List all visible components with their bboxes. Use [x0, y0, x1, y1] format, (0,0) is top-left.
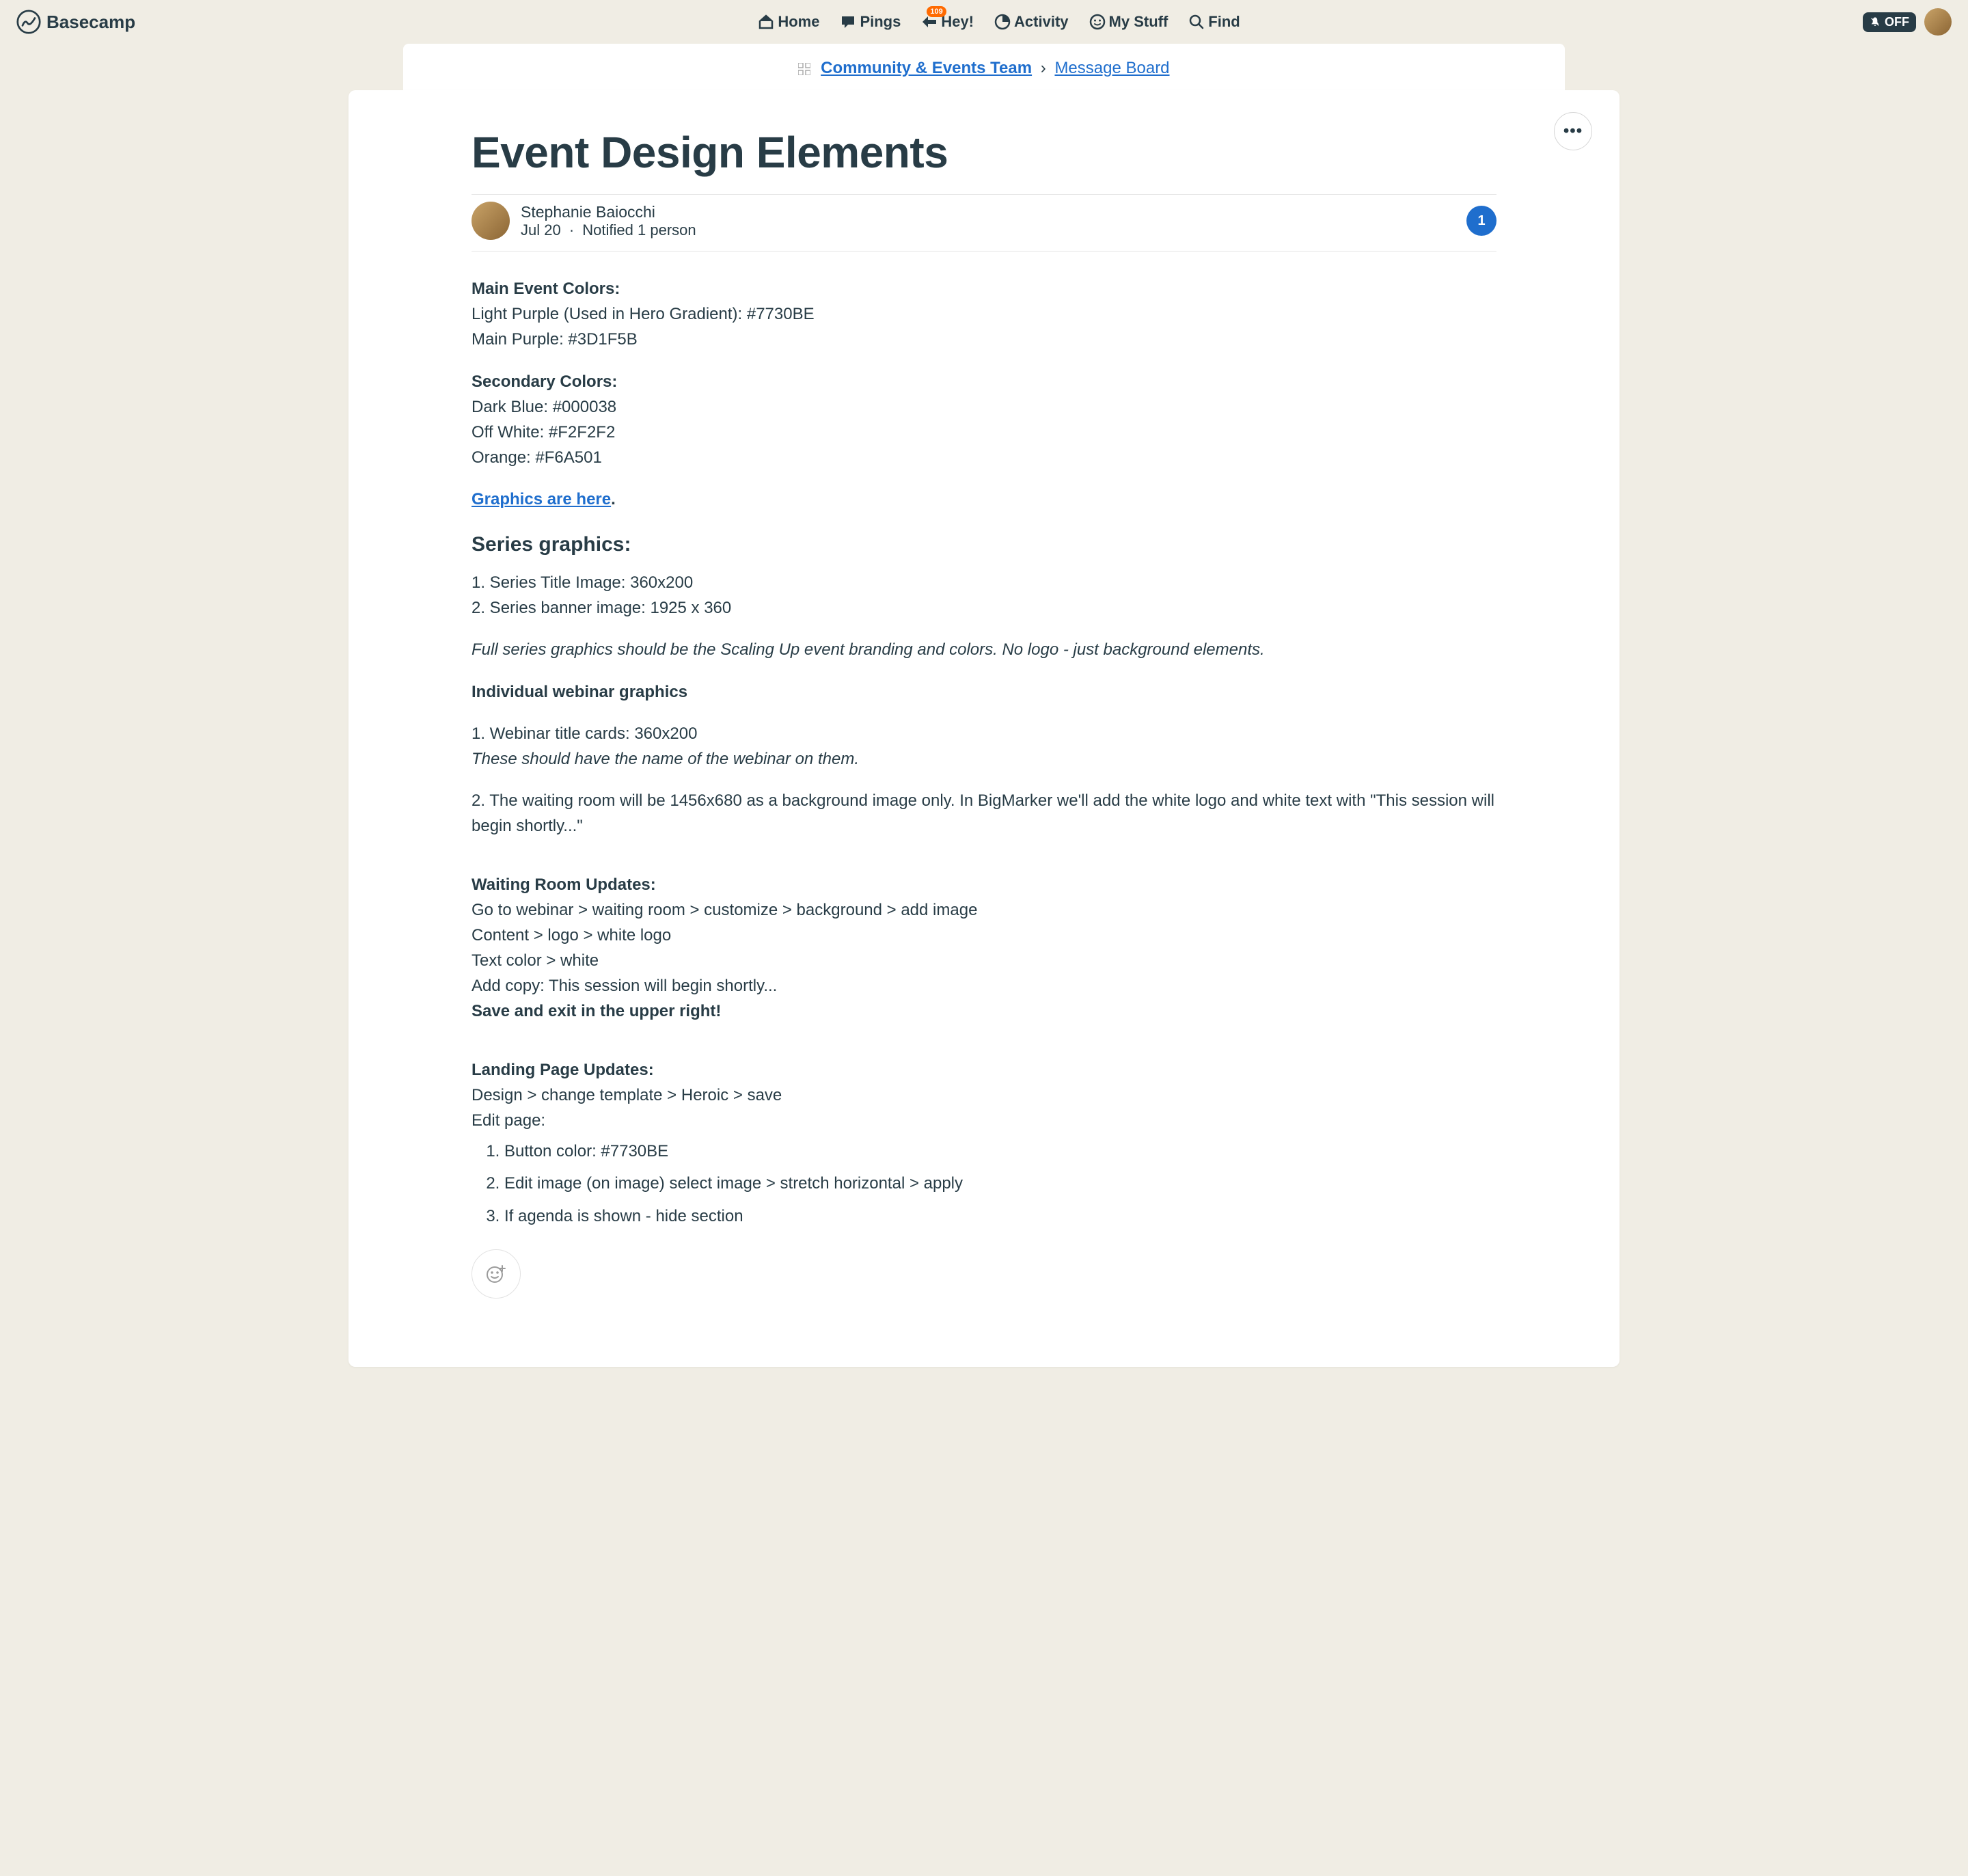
graphics-link[interactable]: Graphics are here: [472, 490, 611, 508]
author-avatar[interactable]: [472, 202, 510, 240]
post-card: ••• Event Design Elements Stephanie Baio…: [348, 90, 1620, 1367]
grid-icon: [798, 63, 810, 75]
user-avatar[interactable]: [1924, 8, 1952, 36]
basecamp-logo[interactable]: Basecamp: [16, 10, 135, 34]
bell-off-icon: [1870, 16, 1881, 27]
nav-mystuff[interactable]: My Stuff: [1089, 13, 1168, 31]
notifications-off-toggle[interactable]: OFF: [1863, 12, 1916, 32]
brand-name: Basecamp: [46, 12, 135, 33]
mystuff-icon: [1089, 14, 1106, 30]
individual-heading: Individual webinar graphics: [472, 683, 687, 701]
notified-count-badge[interactable]: 1: [1466, 206, 1496, 236]
main-purple-line: Main Purple: #3D1F5B: [472, 327, 1496, 352]
off-white-line: Off White: #F2F2F2: [472, 420, 1496, 445]
basecamp-logo-icon: [16, 10, 41, 34]
series-note: Full series graphics should be the Scali…: [472, 640, 1265, 659]
main-nav: Home Pings 109 Hey! Activity My Stuff Fi…: [758, 13, 1240, 31]
orange-line: Orange: #F6A501: [472, 445, 1496, 470]
author-name: Stephanie Baiocchi: [521, 203, 1456, 221]
landing-ol-3: If agenda is shown - hide section: [504, 1204, 1496, 1229]
waiting-save: Save and exit in the upper right!: [472, 1002, 721, 1020]
hey-badge: 109: [927, 6, 946, 17]
waiting-line-3: Text color > white: [472, 948, 1496, 973]
post-body: Main Event Colors: Light Purple (Used in…: [472, 252, 1496, 1299]
breadcrumb-team-link[interactable]: Community & Events Team: [821, 59, 1032, 77]
series-item-1: 1. Series Title Image: 360x200: [472, 570, 1496, 595]
nav-activity[interactable]: Activity: [994, 13, 1068, 31]
activity-icon: [994, 14, 1011, 30]
nav-find[interactable]: Find: [1188, 13, 1240, 31]
landing-ol-1: Button color: #7730BE: [504, 1139, 1496, 1164]
nav-pings[interactable]: Pings: [840, 13, 901, 31]
author-row: Stephanie Baiocchi Jul 20 · Notified 1 p…: [472, 194, 1496, 252]
landing-ol-2: Edit image (on image) select image > str…: [504, 1171, 1496, 1196]
landing-line-1: Design > change template > Heroic > save: [472, 1083, 1496, 1108]
individual-item-2: 2. The waiting room will be 1456x680 as …: [472, 788, 1496, 839]
secondary-colors-heading: Secondary Colors:: [472, 372, 617, 391]
main-colors-heading: Main Event Colors:: [472, 280, 620, 298]
series-item-2: 2. Series banner image: 1925 x 360: [472, 595, 1496, 621]
individual-item-1: 1. Webinar title cards: 360x200: [472, 721, 1496, 746]
breadcrumb-page-link[interactable]: Message Board: [1054, 59, 1169, 77]
landing-line-2: Edit page:: [472, 1108, 1496, 1133]
nav-home[interactable]: Home: [758, 13, 819, 31]
nav-hey[interactable]: 109 Hey!: [921, 13, 974, 31]
add-reaction-button[interactable]: [472, 1249, 521, 1299]
light-purple-line: Light Purple (Used in Hero Gradient): #7…: [472, 301, 1496, 327]
waiting-heading: Waiting Room Updates:: [472, 875, 656, 894]
series-graphics-heading: Series graphics:: [472, 529, 1496, 561]
waiting-line-1: Go to webinar > waiting room > customize…: [472, 897, 1496, 923]
add-reaction-icon: [485, 1263, 507, 1285]
pings-icon: [840, 14, 856, 30]
find-icon: [1188, 14, 1205, 30]
landing-heading: Landing Page Updates:: [472, 1061, 654, 1079]
individual-note: These should have the name of the webina…: [472, 750, 859, 768]
more-menu-button[interactable]: •••: [1554, 112, 1592, 150]
waiting-line-2: Content > logo > white logo: [472, 923, 1496, 948]
waiting-line-4: Add copy: This session will begin shortl…: [472, 973, 1496, 998]
dark-blue-line: Dark Blue: #000038: [472, 394, 1496, 420]
post-title: Event Design Elements: [472, 127, 1496, 178]
home-icon: [758, 14, 774, 30]
author-meta: Jul 20 · Notified 1 person: [521, 221, 1456, 239]
